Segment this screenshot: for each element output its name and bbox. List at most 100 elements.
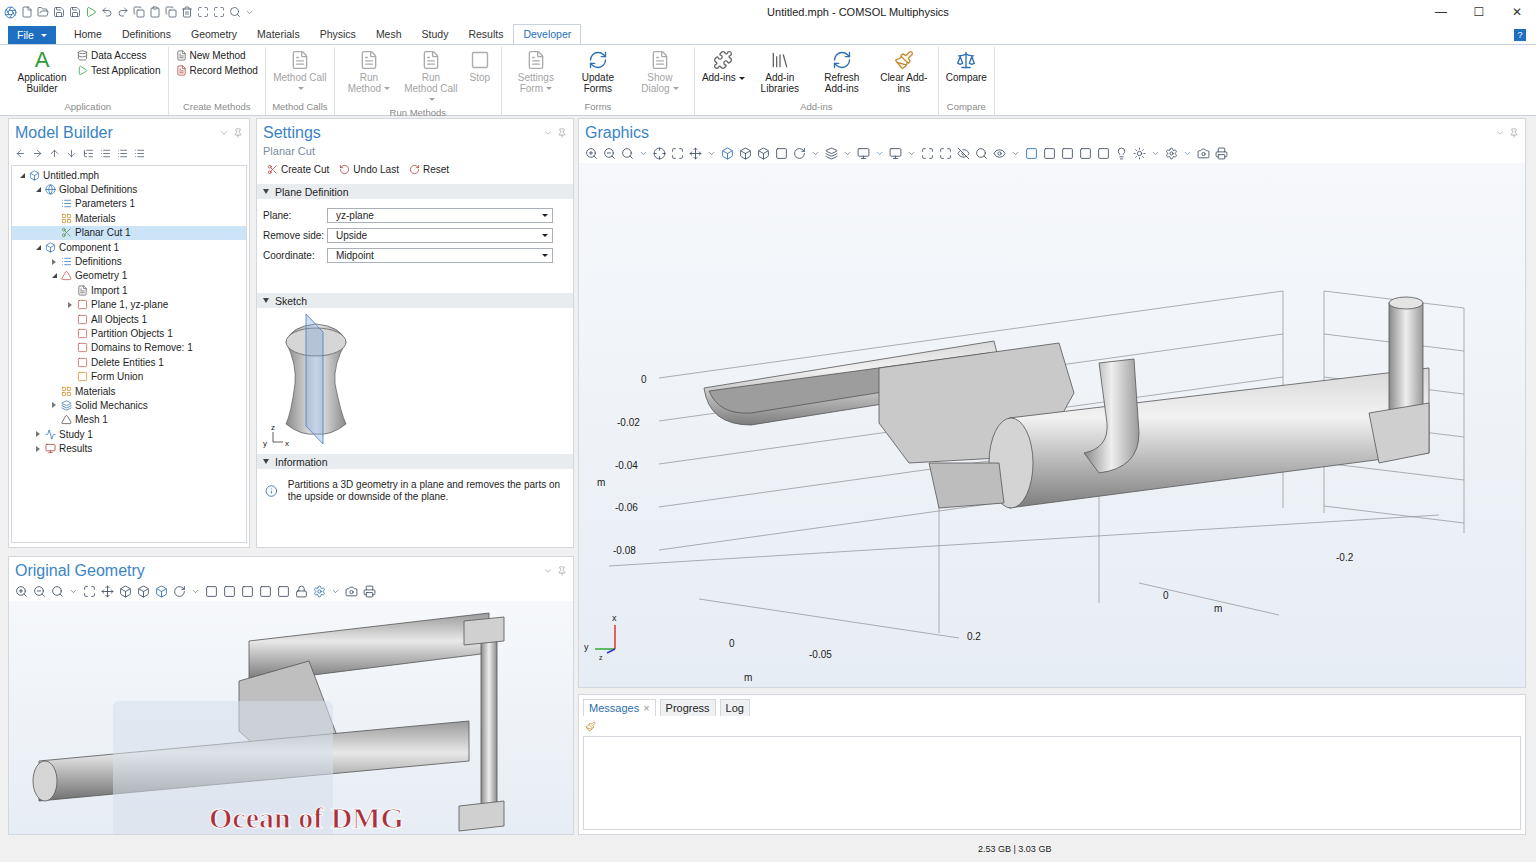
section-header[interactable]: Sketch [257,293,573,308]
messages-tab[interactable]: Log [720,699,750,716]
ribbon-large-button[interactable]: Refresh Add-ins [812,47,872,96]
tree-toolbar-icon[interactable] [49,148,60,159]
ribbon-tab[interactable]: Developer [513,24,581,44]
toolbar-icon[interactable] [137,585,150,598]
toolbar-icon[interactable] [277,585,290,598]
toolbar-icon[interactable] [1043,147,1056,160]
tree-toggle[interactable] [34,243,42,251]
field-select[interactable]: Upside [327,228,553,243]
ribbon-tab[interactable]: Materials [247,24,310,44]
toolbar-icon[interactable] [1115,147,1128,160]
toolbar-icon[interactable] [331,587,340,596]
toolbar-icon[interactable] [689,147,702,160]
toolbar-icon[interactable] [259,585,272,598]
toolbar-icon[interactable] [757,147,770,160]
toolbar-icon[interactable] [51,585,64,598]
pin-icon[interactable] [1509,128,1519,138]
tree-item[interactable]: Mesh 1 [12,413,246,427]
quick-access-icon[interactable] [229,6,241,18]
panel-menu-icon[interactable] [219,128,229,138]
tree-item[interactable]: Parameters 1 [12,197,246,211]
tree-toggle[interactable] [50,401,58,409]
toolbar-icon[interactable] [639,149,648,158]
tree-item[interactable]: Planar Cut 1 [12,226,246,240]
ribbon-tab[interactable]: Definitions [112,24,181,44]
toolbar-icon[interactable] [173,585,186,598]
quick-access-icon[interactable] [165,6,177,18]
tree-item[interactable]: Solid Mechanics [12,398,246,412]
toolbar-icon[interactable] [83,585,96,598]
window-control-button[interactable]: ✕ [1498,0,1536,24]
section-header[interactable]: Plane Definition [257,184,573,199]
settings-action-button[interactable]: Undo Last [335,162,403,177]
ribbon-small-button[interactable]: Data Access [74,49,164,62]
ribbon-large-button[interactable]: Run Method [339,47,399,96]
ribbon-large-button[interactable]: Stop [463,47,497,86]
quick-access-icon[interactable] [85,6,97,18]
toolbar-icon[interactable] [721,147,734,160]
quick-access-icon[interactable] [69,6,81,18]
messages-tab[interactable]: Messages× [583,699,656,716]
file-menu-button[interactable]: File [8,26,56,44]
quick-access-menu-icon[interactable] [245,8,254,17]
tree-item[interactable]: Domains to Remove: 1 [12,341,246,355]
graphics-canvas[interactable]: 0-0.02-0.04-0.06-0.08m-0.20m0.20-0.05mxy… [579,163,1525,687]
toolbar-icon[interactable] [15,585,28,598]
ribbon-large-button[interactable]: Add-in Libraries [750,47,810,96]
toolbar-icon[interactable] [775,147,788,160]
toolbar-icon[interactable] [889,147,902,160]
tree-toggle[interactable] [18,171,26,179]
pin-icon[interactable] [557,128,567,138]
toolbar-icon[interactable] [33,585,46,598]
tree-toggle[interactable] [34,445,42,453]
ribbon-large-button[interactable]: Clear Add-ins [874,47,934,96]
quick-access-icon[interactable] [53,6,65,18]
pin-icon[interactable] [233,128,243,138]
ribbon-large-button[interactable]: Update Forms [568,47,628,96]
toolbar-icon[interactable] [205,585,218,598]
toolbar-icon[interactable] [295,585,308,598]
tree-item[interactable]: Untitled.mph [12,168,246,182]
graphics-scene[interactable]: 0-0.02-0.04-0.06-0.08m-0.20m0.20-0.05mxy… [579,163,1525,687]
close-tab-button[interactable]: × [643,702,649,714]
panel-menu-icon[interactable] [1495,128,1505,138]
toolbar-icon[interactable] [739,147,752,160]
tree-item[interactable]: Materials [12,211,246,225]
toolbar-icon[interactable] [119,585,132,598]
tree-toggle[interactable] [66,301,74,309]
tree-toolbar-icon[interactable] [117,148,128,159]
ribbon-large-button[interactable]: AApplication Builder [12,47,72,96]
toolbar-icon[interactable] [825,147,838,160]
toolbar-icon[interactable] [1151,149,1160,158]
tree-item[interactable]: Form Union [12,369,246,383]
ribbon-small-button[interactable]: Record Method [173,64,261,77]
tree-item[interactable]: Component 1 [12,240,246,254]
ribbon-tab[interactable]: Home [64,24,112,44]
toolbar-icon[interactable] [1215,147,1228,160]
tree-toolbar-icon[interactable] [15,148,26,159]
tree-toggle[interactable] [50,272,58,280]
toolbar-icon[interactable] [241,585,254,598]
ribbon-tab[interactable]: Physics [310,24,366,44]
quick-access-icon[interactable] [213,6,225,18]
tree-toolbar-icon[interactable] [134,148,145,159]
tree-item[interactable]: Import 1 [12,283,246,297]
toolbar-icon[interactable] [603,147,616,160]
toolbar-icon[interactable] [313,585,326,598]
ribbon-tab[interactable]: Results [458,24,513,44]
ribbon-large-button[interactable]: Compare [943,47,990,86]
quick-access-icon[interactable] [117,6,129,18]
pin-icon[interactable] [557,566,567,576]
toolbar-icon[interactable] [975,147,988,160]
ribbon-small-button[interactable]: Test Application [74,64,164,77]
ribbon-tab[interactable]: Geometry [181,24,247,44]
toolbar-icon[interactable] [1061,147,1074,160]
tree-item[interactable]: Definitions [12,254,246,268]
tree-item[interactable]: Partition Objects 1 [12,326,246,340]
field-select[interactable]: Midpoint [327,248,553,263]
tree-item[interactable]: Results [12,441,246,455]
tree-toolbar-icon[interactable] [83,148,94,159]
toolbar-icon[interactable] [363,585,376,598]
toolbar-icon[interactable] [1133,147,1146,160]
toolbar-icon[interactable] [191,587,200,596]
